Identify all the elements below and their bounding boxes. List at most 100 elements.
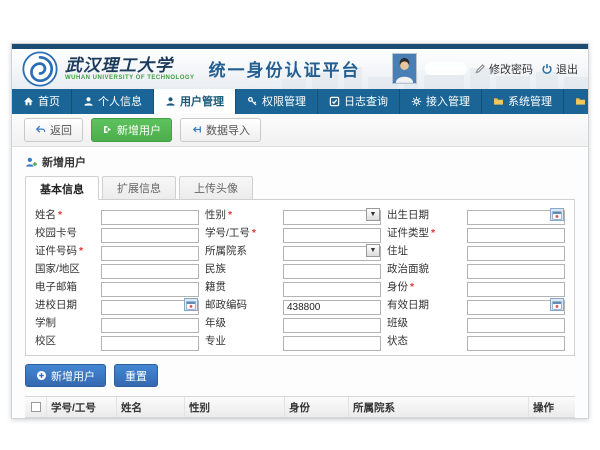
ethnicity-field [283,261,381,276]
status-input[interactable] [467,336,565,351]
section-title: 新增用户 [42,154,86,170]
calendar-icon[interactable] [550,208,564,221]
university-name: 武汉理工大学 WUHAN UNIVERSITY OF TECHNOLOGY [65,57,195,81]
nav-item-access-management[interactable]: 接入管理 [400,89,482,114]
identity-field [467,279,565,294]
political-status-field [467,261,565,276]
schooling-length-field [101,315,199,330]
field-label: 政治面貌 [387,261,461,276]
add-user-toolbar-button[interactable]: 新增用户 [91,118,172,142]
column-header-identity: 身份 [285,397,349,417]
calendar-icon[interactable] [184,298,198,311]
nav-item-permission-management[interactable]: 权限管理 [236,89,318,114]
student-id-field [283,225,381,240]
postal-code-input[interactable] [283,300,381,315]
submit-add-user-button[interactable]: 新增用户 [25,364,106,387]
class-field [467,315,565,330]
pencil-icon [475,63,486,74]
form-actions: 新增用户 重置 [25,356,575,396]
postal-code-field [283,297,381,312]
calendar-icon[interactable] [550,298,564,311]
back-button[interactable]: 返回 [24,118,83,142]
class-input[interactable] [467,318,565,333]
field-label: 年级 [205,315,277,330]
id-type-input[interactable] [467,228,565,243]
gear-icon [411,96,422,107]
nav-item-home[interactable]: 首页 [12,89,72,114]
field-label: 姓名* [35,207,95,222]
content-area: 新增用户 基本信息 扩展信息 上传头像 姓名* 性别* ▼ 出生日期 校园卡号 … [12,147,588,418]
field-label: 国家/地区 [35,261,95,276]
background-cloud [425,62,467,75]
gender-field: ▼ [283,207,381,222]
student-id-input[interactable] [283,228,381,243]
column-header-student-id: 学号/工号 [47,397,117,417]
birth-date-field [467,207,565,222]
required-asterisk: * [410,281,414,293]
add-user-section-icon [25,156,38,169]
nav-item-subscription-management[interactable]: 订阅管理 [564,89,600,114]
folder-icon [493,96,504,107]
user-icon [83,96,94,107]
add-user-icon [102,124,113,135]
id-type-field [467,225,565,240]
field-label: 住址 [387,243,461,258]
tab-basic-info[interactable]: 基本信息 [25,176,99,200]
political-status-input[interactable] [467,264,565,279]
major-input[interactable] [283,336,381,351]
address-field [467,243,565,258]
schooling-length-input[interactable] [101,318,199,333]
tab-bar: 基本信息 扩展信息 上传头像 [25,175,575,199]
university-name-cn: 武汉理工大学 [65,57,195,75]
reset-button[interactable]: 重置 [114,364,158,387]
campus-field [101,333,199,348]
dropdown-arrow-icon[interactable]: ▼ [366,208,380,221]
department-field: ▼ [283,243,381,258]
field-label: 校区 [35,333,95,348]
country-input[interactable] [101,264,199,279]
tab-extended-info[interactable]: 扩展信息 [102,176,176,199]
logout-link[interactable]: 退出 [541,61,578,77]
native-place-input[interactable] [283,282,381,297]
toolbar: 返回 新增用户 数据导入 [12,114,588,147]
field-label: 籍贯 [205,279,277,294]
data-import-button[interactable]: 数据导入 [180,118,261,142]
valid-date-field [467,297,565,312]
campus-input[interactable] [101,336,199,351]
column-header-gender: 性别 [185,397,285,417]
field-label: 证件类型* [387,225,461,240]
status-field [467,333,565,348]
column-header-department: 所属院系 [349,397,529,417]
home-icon [23,96,34,107]
field-label: 电子邮箱 [35,279,95,294]
select-all-checkbox[interactable] [31,402,41,412]
nav-item-personal-info[interactable]: 个人信息 [72,89,154,114]
app-window: 武汉理工大学 WUHAN UNIVERSITY OF TECHNOLOGY 统一… [11,43,589,419]
id-number-input[interactable] [101,246,199,261]
field-label: 性别* [205,207,277,222]
campus-card-field [101,225,199,240]
address-input[interactable] [467,246,565,261]
name-field [101,207,199,222]
grade-input[interactable] [283,318,381,333]
campus-card-input[interactable] [101,228,199,243]
column-header-actions: 操作 [529,397,575,417]
tab-upload-avatar[interactable]: 上传头像 [179,176,253,199]
nav-item-log-query[interactable]: 日志查询 [318,89,400,114]
email-input[interactable] [101,282,199,297]
required-asterisk: * [431,227,435,239]
nav-item-system-management[interactable]: 系统管理 [482,89,564,114]
plus-circle-icon [36,370,47,381]
field-label: 有效日期 [387,297,461,312]
dropdown-arrow-icon[interactable]: ▼ [366,244,380,257]
field-label: 进校日期 [35,297,95,312]
change-password-link[interactable]: 修改密码 [475,61,533,77]
field-label: 学号/工号* [205,225,277,240]
ethnicity-input[interactable] [283,264,381,279]
field-label: 学制 [35,315,95,330]
name-input[interactable] [101,210,199,225]
identity-input[interactable] [467,282,565,297]
field-label: 所属院系 [205,243,277,258]
user-table-header: 学号/工号 姓名 性别 身份 所属院系 操作 [25,396,575,418]
nav-item-user-management[interactable]: 用户管理 [154,89,236,114]
